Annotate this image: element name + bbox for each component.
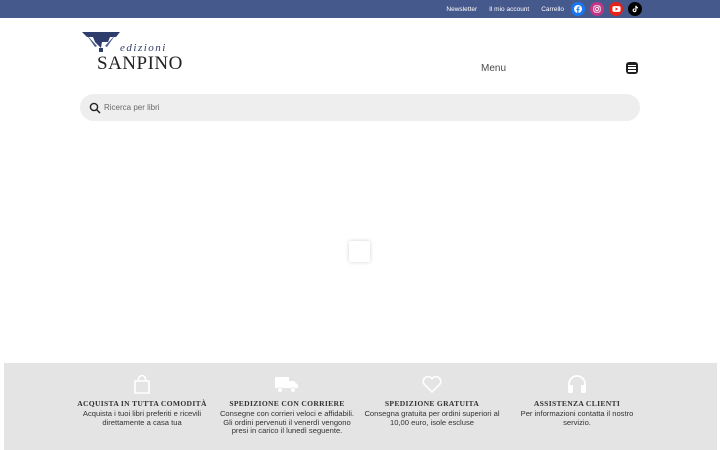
feature-title: SPEDIZIONE CON CORRIERE (229, 399, 345, 408)
heart-icon (362, 373, 502, 395)
feature-title: SPEDIZIONE GRATUITA (384, 399, 480, 408)
feature-text: Consegne con corrieri veloci e affidabil… (219, 409, 355, 436)
feature-title: ASSISTENZA CLIENTI (533, 399, 621, 408)
feature-text: Consegna gratuita per ordini superiori a… (364, 409, 500, 427)
feature-shopping: ACQUISTA IN TUTTA COMODITÀ Acquista i tu… (72, 373, 212, 427)
truck-icon (217, 373, 357, 395)
feature-courier: SPEDIZIONE CON CORRIERE Consegne con cor… (217, 373, 357, 436)
feature-support: ASSISTENZA CLIENTI Per informazioni cont… (507, 373, 647, 427)
headphones-icon (507, 373, 647, 395)
feature-text: Per informazioni contatta il nostro serv… (520, 409, 634, 427)
feature-text: Acquista i tuoi libri preferiti e ricevi… (82, 409, 202, 427)
loading-spinner (349, 241, 370, 262)
hamburger-menu-icon[interactable] (626, 62, 638, 74)
tiktok-icon[interactable] (628, 2, 642, 16)
features-section: ACQUISTA IN TUTTA COMODITÀ Acquista i tu… (4, 363, 717, 450)
search-icon (89, 101, 101, 119)
facebook-icon[interactable] (571, 2, 585, 16)
menu-label[interactable]: Menu (481, 63, 506, 74)
sanpino-logo[interactable]: edizioni SANPINO (80, 30, 205, 74)
newsletter-link[interactable]: Newsletter (446, 6, 477, 13)
top-links: Newsletter Il mio account Carrello (446, 0, 564, 18)
top-bar: Newsletter Il mio account Carrello (0, 0, 720, 18)
search-bar[interactable] (80, 94, 640, 121)
youtube-icon[interactable] (609, 2, 623, 16)
instagram-icon[interactable] (590, 2, 604, 16)
logo-line2: SANPINO (97, 53, 183, 72)
shopping-bag-icon (72, 373, 212, 395)
feature-free-shipping: SPEDIZIONE GRATUITA Consegna gratuita pe… (362, 373, 502, 427)
search-input[interactable] (104, 94, 624, 121)
my-account-link[interactable]: Il mio account (489, 6, 529, 13)
feature-title: ACQUISTA IN TUTTA COMODITÀ (77, 399, 207, 408)
cart-link[interactable]: Carrello (541, 6, 564, 13)
